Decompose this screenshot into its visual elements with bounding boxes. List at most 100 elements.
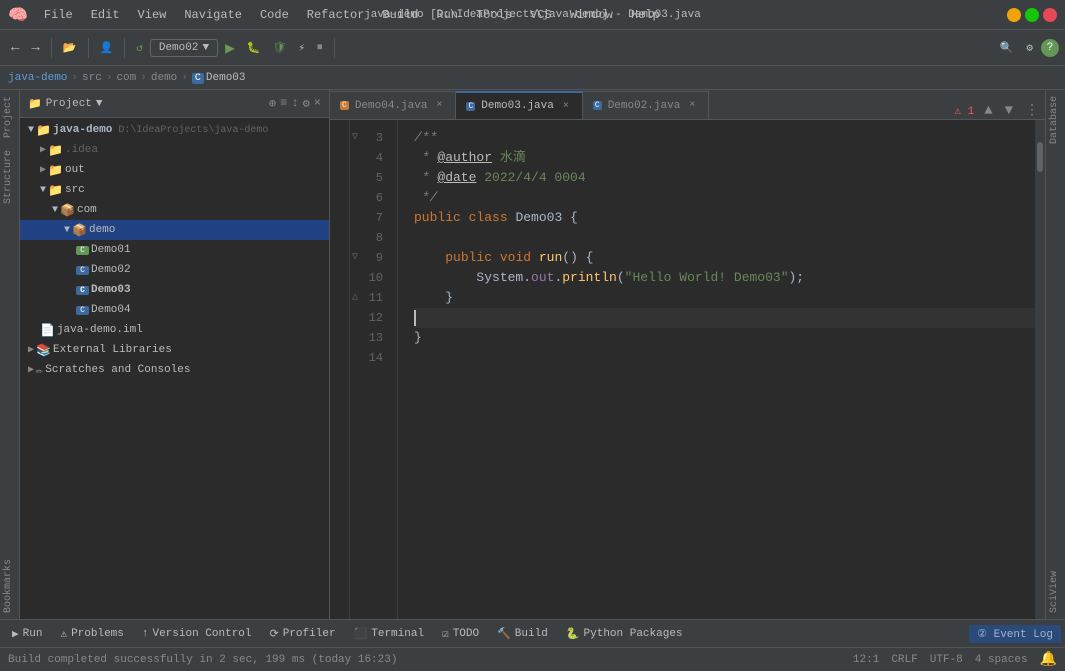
- encoding[interactable]: UTF-8: [930, 654, 963, 666]
- tab-demo02-close[interactable]: ×: [686, 100, 698, 112]
- tree-item-scratches[interactable]: ▶ ✏ Scratches and Consoles: [20, 360, 329, 380]
- run-button[interactable]: ▶: [220, 35, 240, 61]
- menu-file[interactable]: File: [40, 6, 77, 24]
- locate-icon[interactable]: ⊕: [269, 96, 276, 111]
- vcs-label: Version Control: [152, 628, 251, 640]
- ln-6: 6: [350, 188, 389, 208]
- cursor-position[interactable]: 12:1: [853, 654, 879, 666]
- tree-item-iml[interactable]: 📄 java-demo.iml: [20, 320, 329, 340]
- terminal-button[interactable]: ⬛ Terminal: [346, 625, 433, 643]
- status-bar-right: 12:1 CRLF UTF-8 4 spaces 🔔: [853, 651, 1057, 668]
- window-controls[interactable]: − □ ×: [1007, 8, 1057, 22]
- menu-view[interactable]: View: [134, 6, 171, 24]
- breadcrumb-com[interactable]: com: [116, 72, 136, 84]
- tree-item-demo01[interactable]: C Demo01: [20, 240, 329, 260]
- python-label: Python Packages: [584, 628, 683, 640]
- tree-item-demo02[interactable]: C Demo02: [20, 260, 329, 280]
- run-configuration[interactable]: Demo02 ▼: [150, 39, 218, 57]
- maximize-button[interactable]: □: [1025, 8, 1039, 22]
- tab-demo04[interactable]: C Demo04.java ×: [330, 91, 456, 119]
- tree-item-demo04[interactable]: C Demo04: [20, 300, 329, 320]
- tree-item-src[interactable]: ▼ 📁 src: [20, 180, 329, 200]
- minimize-button[interactable]: −: [1007, 8, 1021, 22]
- left-side-labels: Project Structure Bookmarks: [0, 90, 20, 619]
- tree-item-java-demo[interactable]: ▼ 📁 java-demo D:\IdeaProjects\java-demo: [20, 120, 329, 140]
- build-button[interactable]: 🔨 Build: [489, 625, 556, 643]
- breadcrumb: java-demo › src › com › demo › CDemo03: [0, 66, 1065, 90]
- expand-icon[interactable]: ≡: [280, 96, 287, 111]
- python-packages-button[interactable]: 🐍 Python Packages: [558, 625, 691, 643]
- close-button[interactable]: ×: [1043, 8, 1057, 22]
- scroll-up-icon[interactable]: ▲: [978, 103, 998, 119]
- toolbar-back[interactable]: ←: [6, 37, 24, 59]
- code-content[interactable]: /** * @author 水滴 * @date 2022/4/4 0004 *…: [398, 120, 1035, 619]
- tab-demo02[interactable]: C Demo02.java ×: [583, 91, 709, 119]
- tree-item-demo03[interactable]: C Demo03: [20, 280, 329, 300]
- code-line-14: [414, 348, 1035, 368]
- problems-button[interactable]: ⚠ Problems: [52, 625, 131, 643]
- tabs-more-icon[interactable]: ⋮: [1019, 102, 1045, 119]
- tree-item-com[interactable]: ▼ 📦 com: [20, 200, 329, 220]
- tab-demo03-close[interactable]: ×: [560, 100, 572, 112]
- ln-3: ▽3: [350, 128, 389, 148]
- panel-dropdown-icon[interactable]: ▼: [96, 98, 103, 110]
- menu-edit[interactable]: Edit: [87, 6, 124, 24]
- ln-7: 7: [350, 208, 389, 228]
- help-button[interactable]: ?: [1041, 39, 1059, 57]
- toolbar-undo[interactable]: ↺: [131, 38, 148, 58]
- run-tool-button[interactable]: ▶ Run: [4, 625, 50, 643]
- panel-header-icons: ⊕ ≡ ↕ ⚙ ×: [269, 96, 321, 111]
- tab-demo04-close[interactable]: ×: [433, 100, 445, 112]
- breadcrumb-src[interactable]: src: [82, 72, 102, 84]
- menu-navigate[interactable]: Navigate: [180, 6, 246, 24]
- tree-item-out[interactable]: ▶ 📁 out: [20, 160, 329, 180]
- tree-item-demo[interactable]: ▼ 📦 demo: [20, 220, 329, 240]
- breadcrumb-root[interactable]: java-demo: [8, 72, 67, 84]
- structure-tab[interactable]: Structure: [0, 144, 19, 210]
- problems-icon: ⚠: [60, 627, 67, 641]
- scroll-down-icon[interactable]: ▼: [999, 103, 1019, 119]
- toolbar-forward[interactable]: →: [26, 37, 44, 59]
- project-tab[interactable]: Project: [0, 90, 19, 144]
- ln-12: 12: [350, 308, 389, 328]
- profiler-button[interactable]: ⟳ Profiler: [262, 625, 344, 643]
- bookmarks-tab[interactable]: Bookmarks: [0, 553, 19, 619]
- tab-demo03-label: Demo03.java: [481, 100, 554, 112]
- gutter-6: [330, 180, 349, 200]
- tree-item-idea[interactable]: ▶ 📁 .idea: [20, 140, 329, 160]
- vcs-button[interactable]: ↑ Version Control: [134, 626, 260, 642]
- gutter-4: [330, 140, 349, 160]
- database-tab[interactable]: Database: [1046, 90, 1065, 150]
- code-line-4: * @author 水滴: [414, 148, 1035, 168]
- event-log-button[interactable]: ② Event Log: [969, 625, 1061, 643]
- stop-button[interactable]: ⏹: [312, 39, 328, 57]
- sciview-tab[interactable]: SciView: [1046, 565, 1065, 619]
- gutter-8: [330, 220, 349, 240]
- code-line-9: public void run() {: [414, 248, 1035, 268]
- code-editor[interactable]: ▽3 4 5 6 7 8 ▽9 10 △11 12 13 14: [330, 120, 1045, 619]
- line-ending[interactable]: CRLF: [891, 654, 917, 666]
- run-coverage[interactable]: 🛡: [267, 38, 291, 58]
- tree-item-external[interactable]: ▶ 📚 External Libraries: [20, 340, 329, 360]
- settings-button[interactable]: ⚙: [1021, 38, 1038, 58]
- menu-refactor[interactable]: Refactor: [303, 6, 369, 24]
- breadcrumb-demo[interactable]: demo: [151, 72, 177, 84]
- editor-area: C Demo04.java × C Demo03.java × C Demo02…: [330, 90, 1045, 619]
- search-everywhere[interactable]: 🔍: [995, 38, 1019, 58]
- debug-button[interactable]: 🐛: [242, 38, 266, 58]
- todo-button[interactable]: ☑ TODO: [434, 625, 487, 643]
- tab-demo03[interactable]: C Demo03.java ×: [456, 91, 582, 119]
- indent-settings[interactable]: 4 spaces: [975, 654, 1028, 666]
- profiler-icon: ⟳: [270, 627, 279, 641]
- scrollbar-thumb: [1037, 142, 1043, 172]
- settings-icon[interactable]: ⚙: [303, 96, 310, 111]
- panel-close-icon[interactable]: ×: [314, 96, 321, 111]
- breadcrumb-current[interactable]: CDemo03: [192, 72, 246, 84]
- toolbar-git[interactable]: 👤: [95, 38, 119, 58]
- toolbar-open-recent[interactable]: 📂: [58, 38, 82, 58]
- sort-icon[interactable]: ↕: [291, 96, 298, 111]
- breadcrumb-sep-1: ›: [71, 72, 78, 84]
- editor-scrollbar[interactable]: [1035, 120, 1045, 619]
- menu-code[interactable]: Code: [256, 6, 293, 24]
- run-profile[interactable]: ⚡: [293, 38, 310, 58]
